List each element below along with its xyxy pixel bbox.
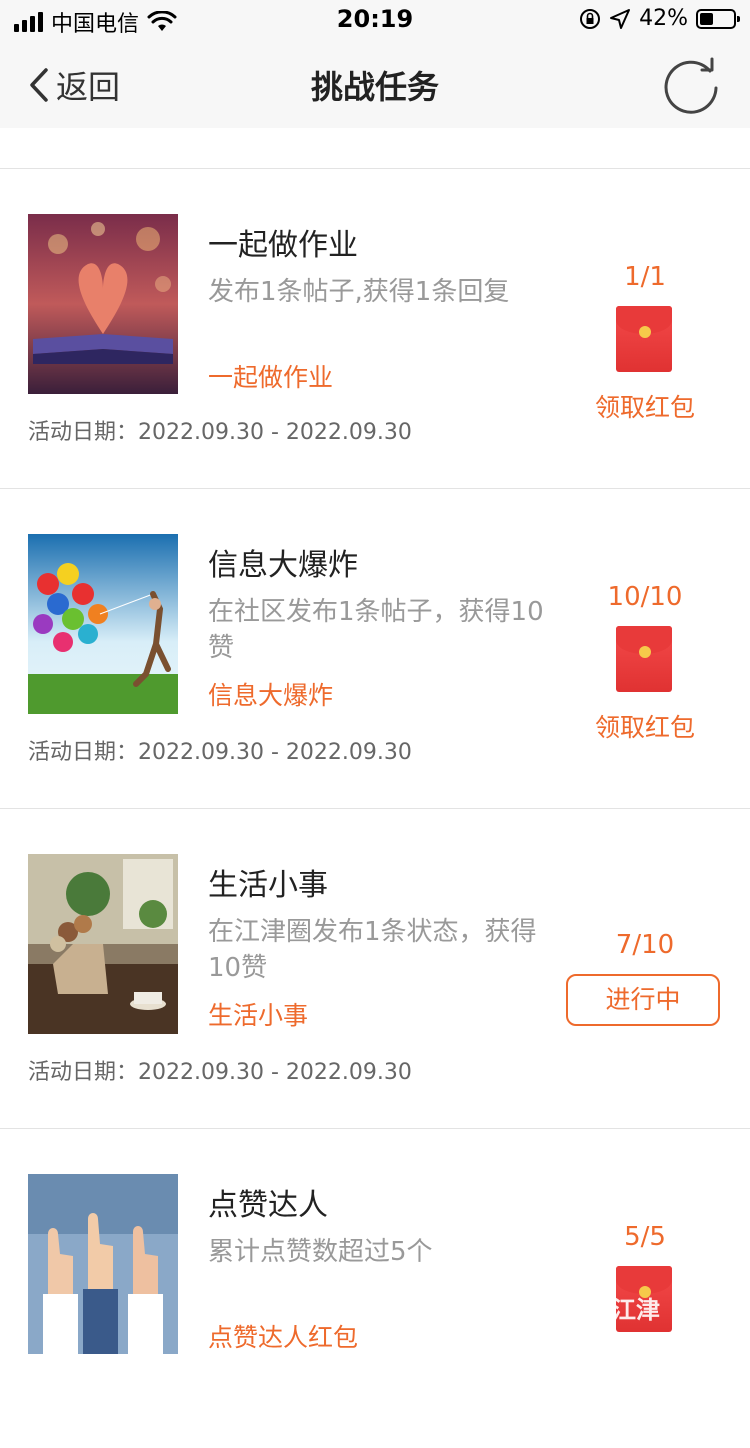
task-card[interactable]: 信息大爆炸 在社区发布1条帖子，获得10赞 信息大爆炸 活动日期：2022.09… bbox=[0, 488, 750, 808]
task-date: 活动日期：2022.09.30 - 2022.09.30 bbox=[28, 1060, 412, 1085]
refresh-icon[interactable] bbox=[662, 54, 722, 114]
task-card[interactable]: 一起做作业 发布1条帖子,获得1条回复 一起做作业 活动日期：2022.09.3… bbox=[0, 168, 750, 488]
claim-red-envelope-button[interactable]: 领取红包 bbox=[560, 388, 730, 424]
task-progress: 5/5 bbox=[624, 1222, 666, 1252]
rotation-lock-icon bbox=[580, 8, 601, 29]
task-description: 在江津圈发布1条状态，获得10赞 bbox=[208, 917, 537, 983]
task-title: 生活小事 bbox=[208, 868, 328, 903]
battery-icon bbox=[696, 8, 740, 29]
task-tag: 信息大爆炸 bbox=[208, 681, 334, 710]
task-tag: 生活小事 bbox=[208, 1001, 309, 1030]
task-card[interactable]: 点赞达人 累计点赞数超过5个 点赞达人红包 5/5 bbox=[0, 1128, 750, 1448]
task-date: 活动日期：2022.09.30 - 2022.09.30 bbox=[28, 420, 412, 445]
task-thumbnail-balloons bbox=[28, 534, 178, 714]
status-right: 42% bbox=[579, 6, 740, 31]
task-description: 发布1条帖子,获得1条回复 bbox=[208, 277, 510, 307]
task-title: 一起做作业 bbox=[208, 228, 358, 263]
task-title: 信息大爆炸 bbox=[208, 548, 358, 583]
task-card[interactable]: 生活小事 在江津圈发布1条状态，获得10赞 生活小事 活动日期：2022.09.… bbox=[0, 808, 750, 1128]
task-date: 活动日期：2022.09.30 - 2022.09.30 bbox=[28, 740, 412, 765]
task-thumbnail-thumbs-up bbox=[28, 1174, 178, 1354]
location-arrow-icon bbox=[610, 8, 631, 29]
watermark: 江津 bbox=[612, 1296, 660, 1324]
status-bar: 中国电信 20:19 42% bbox=[0, 0, 750, 40]
page-title: 挑战任务 bbox=[310, 68, 439, 106]
red-envelope-icon[interactable] bbox=[616, 306, 672, 372]
claim-red-envelope-button[interactable]: 领取红包 bbox=[560, 708, 730, 744]
battery-percent: 42% bbox=[639, 6, 688, 31]
task-title: 点赞达人 bbox=[208, 1188, 328, 1223]
task-thumbnail-flowers bbox=[28, 854, 178, 1034]
red-envelope-icon[interactable] bbox=[616, 626, 672, 692]
task-progress: 1/1 bbox=[624, 262, 666, 292]
in-progress-button[interactable]: 进行中 bbox=[566, 974, 720, 1026]
task-tag: 一起做作业 bbox=[208, 363, 334, 392]
task-thumbnail-book bbox=[28, 214, 178, 394]
nav-bar: 返回 挑战任务 bbox=[0, 40, 750, 128]
task-description: 在社区发布1条帖子，获得10赞 bbox=[208, 597, 544, 663]
task-progress: 7/10 bbox=[615, 930, 675, 960]
task-progress: 10/10 bbox=[607, 582, 683, 612]
task-tag: 点赞达人红包 bbox=[208, 1323, 359, 1352]
task-description: 累计点赞数超过5个 bbox=[208, 1237, 433, 1267]
